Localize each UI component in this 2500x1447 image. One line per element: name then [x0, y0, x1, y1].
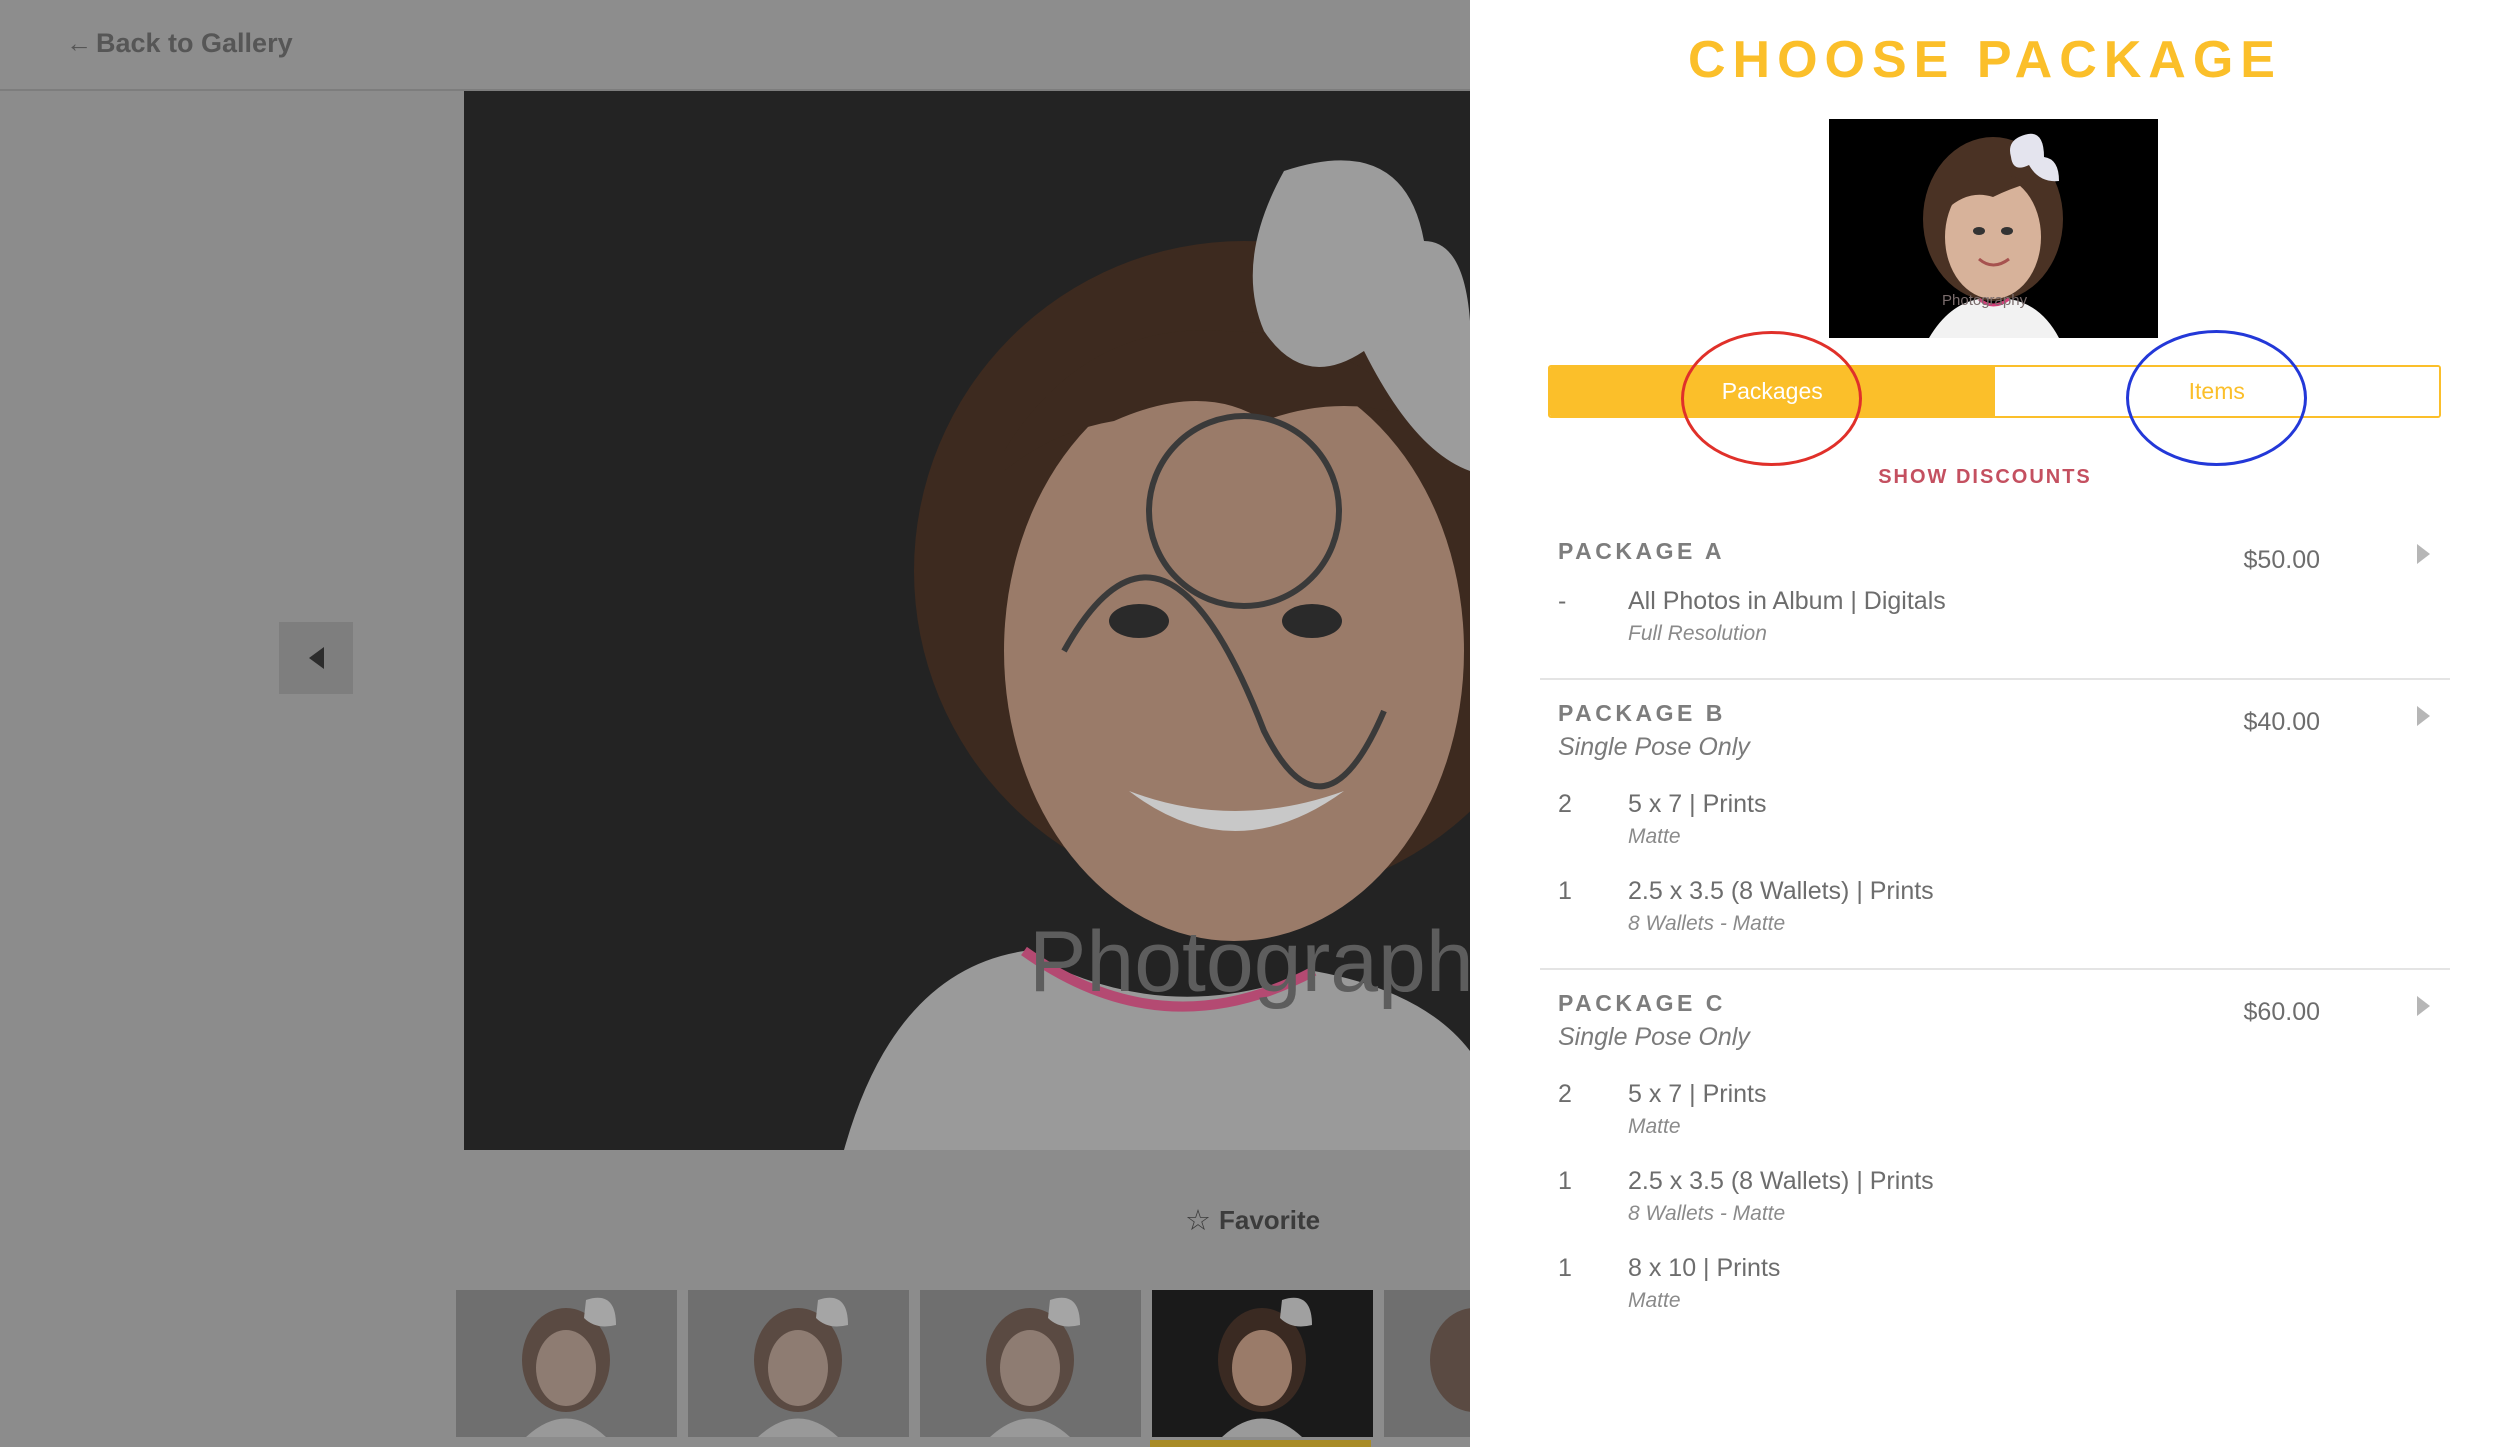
package-price: $50.00: [2243, 546, 2320, 574]
item-description: 8 x 10 | Prints: [1628, 1254, 1781, 1282]
gallery-viewer: ← Back to Gallery Photography ☆ Favorite: [0, 0, 1474, 1447]
item-quantity: 1: [1558, 1254, 1572, 1282]
previous-photo-button[interactable]: [279, 622, 353, 694]
arrow-left-icon: ←: [66, 28, 92, 58]
package-item: - All Photos in Album | Digitals Full Re…: [1558, 587, 2432, 646]
show-discounts-link[interactable]: SHOW DISCOUNTS: [1470, 466, 2500, 489]
item-description: 5 x 7 | Prints: [1628, 1080, 1767, 1108]
thumbnail[interactable]: [456, 1290, 677, 1437]
package-type-tabs: Packages Items: [1548, 365, 2441, 418]
package-row-a[interactable]: PACKAGE A $50.00 - All Photos in Album |…: [1540, 518, 2450, 680]
item-description: 2.5 x 3.5 (8 Wallets) | Prints: [1628, 1167, 1934, 1195]
caret-right-icon[interactable]: [2417, 996, 2430, 1016]
active-thumbnail-indicator: [1150, 1440, 1371, 1447]
item-description: 5 x 7 | Prints: [1628, 790, 1767, 818]
preview-image: Photography: [1829, 119, 2158, 338]
thumbnail[interactable]: [920, 1290, 1141, 1437]
main-photo: Photography: [464, 91, 1470, 1150]
top-bar: ← Back to Gallery: [0, 0, 1470, 91]
thumbnail-image: [1384, 1290, 1474, 1437]
favorite-label: Favorite: [1219, 1205, 1321, 1235]
thumbnail-active[interactable]: [1152, 1290, 1373, 1437]
panel-title: CHOOSE PACKAGE: [1688, 31, 2282, 89]
package-item: 2 5 x 7 | Prints Matte: [1558, 1080, 2432, 1139]
choose-package-panel: CHOOSE PACKAGE Photography Packages Item…: [1470, 0, 2500, 1447]
package-subtitle: Single Pose Only: [1558, 733, 1750, 761]
item-description: 2.5 x 3.5 (8 Wallets) | Prints: [1628, 877, 1934, 905]
svg-text:Photography: Photography: [1942, 292, 2028, 309]
item-note: Matte: [1628, 1289, 1681, 1312]
item-quantity: 2: [1558, 790, 1572, 818]
item-quantity: 2: [1558, 1080, 1572, 1108]
item-note: 8 Wallets - Matte: [1628, 912, 1786, 935]
thumbnail-strip: [456, 1290, 1474, 1437]
thumbnail-image: [920, 1290, 1141, 1437]
item-quantity: 1: [1558, 877, 1572, 905]
thumbnail-image: [456, 1290, 677, 1437]
favorite-button[interactable]: ☆ Favorite: [1185, 1203, 1320, 1238]
package-item: 1 2.5 x 3.5 (8 Wallets) | Prints 8 Walle…: [1558, 877, 2432, 936]
package-item: 2 5 x 7 | Prints Matte: [1558, 790, 2432, 849]
package-list: PACKAGE A $50.00 - All Photos in Album |…: [1540, 518, 2450, 1345]
package-price: $60.00: [2243, 998, 2320, 1026]
package-price: $40.00: [2243, 708, 2320, 736]
caret-left-icon: [308, 647, 324, 669]
tab-packages[interactable]: Packages: [1550, 367, 1995, 416]
item-note: 8 Wallets - Matte: [1628, 1202, 1786, 1225]
thumbnail-image: [1152, 1290, 1373, 1437]
star-outline-icon: ☆: [1185, 1205, 1211, 1237]
back-to-gallery-link[interactable]: ← Back to Gallery: [66, 28, 293, 59]
item-description: All Photos in Album | Digitals: [1628, 587, 1946, 615]
item-note: Matte: [1628, 825, 1681, 848]
package-item: 1 2.5 x 3.5 (8 Wallets) | Prints 8 Walle…: [1558, 1167, 2432, 1226]
caret-right-icon[interactable]: [2417, 706, 2430, 726]
portrait-image: Photography: [464, 91, 1470, 1150]
thumbnail[interactable]: [1384, 1290, 1474, 1437]
item-note: Full Resolution: [1628, 622, 1767, 645]
thumbnail[interactable]: [688, 1290, 909, 1437]
package-row-b[interactable]: PACKAGE B Single Pose Only $40.00 2 5 x …: [1540, 680, 2450, 970]
back-to-gallery-label: Back to Gallery: [96, 28, 293, 58]
item-note: Matte: [1628, 1115, 1681, 1138]
package-item: 1 8 x 10 | Prints Matte: [1558, 1254, 2432, 1313]
package-subtitle: Single Pose Only: [1558, 1023, 1750, 1051]
tab-items[interactable]: Items: [1994, 367, 2439, 416]
svg-text:Photography: Photography: [1029, 914, 1470, 1010]
selected-photo-preview: Photography: [1829, 119, 2158, 338]
thumbnail-image: [688, 1290, 909, 1437]
item-quantity: -: [1558, 587, 1567, 615]
caret-right-icon[interactable]: [2417, 544, 2430, 564]
item-quantity: 1: [1558, 1167, 1572, 1195]
package-row-c[interactable]: PACKAGE C Single Pose Only $60.00 2 5 x …: [1540, 970, 2450, 1345]
